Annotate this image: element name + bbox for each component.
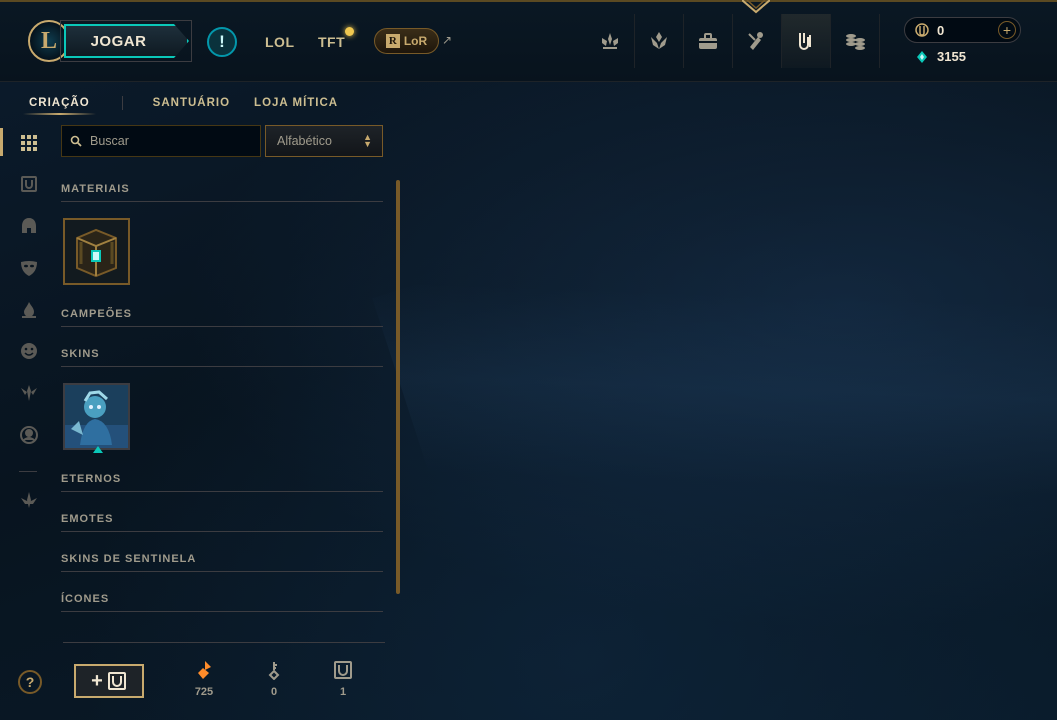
orange-essence-value: 725 <box>194 686 214 698</box>
rail-divider <box>19 471 37 472</box>
tab-mythic-shop[interactable]: LOJA MÍTICA <box>254 97 338 109</box>
rp-icon <box>915 23 929 37</box>
lor-label: LoR <box>403 34 428 48</box>
search-input[interactable] <box>90 134 250 148</box>
main-nav <box>586 14 880 68</box>
orange-essence-stat: 725 <box>184 660 224 698</box>
rail-active-indicator <box>0 128 3 156</box>
top-chevron-icon <box>742 0 770 14</box>
keys-value: 0 <box>270 686 278 698</box>
blue-essence-value: 3155 <box>937 49 966 64</box>
tab-crafting[interactable]: CRIAÇÃO <box>23 97 96 115</box>
alert-button[interactable]: ! <box>207 27 237 57</box>
play-button[interactable]: JOGAR <box>64 24 189 58</box>
top-bar: L JOGAR ! LOL TFT R LoR ↗ 0 + 3155 <box>0 0 1057 82</box>
chest-count-icon <box>334 661 352 679</box>
missions-icon[interactable] <box>586 14 635 68</box>
profile-icon[interactable] <box>18 424 40 446</box>
chests-stat: 1 <box>323 660 363 698</box>
category-icons[interactable]: ÍCONES <box>61 593 383 612</box>
key-icon <box>268 662 280 680</box>
category-champions[interactable]: CAMPEÕES <box>61 308 383 327</box>
crafting-icon[interactable] <box>782 14 831 68</box>
helmet-icon[interactable] <box>18 215 40 237</box>
add-chest-button[interactable]: + <box>74 664 144 698</box>
scrollbar[interactable] <box>396 180 400 594</box>
rarity-indicator-icon <box>93 446 103 453</box>
hextech-chest-icon <box>65 220 128 283</box>
store-icon[interactable] <box>831 14 880 68</box>
chests-value: 1 <box>339 686 347 698</box>
skin-shard-tile[interactable] <box>63 383 130 450</box>
skin-portrait-icon <box>65 385 128 448</box>
orange-essence-icon <box>198 661 211 679</box>
footer-divider <box>63 642 385 643</box>
external-link-icon: ↗ <box>442 33 453 47</box>
sub-nav: CRIAÇÃO SANTUÁRIO LOJA MÍTICA <box>23 96 362 115</box>
ward-icon[interactable] <box>18 382 40 404</box>
plus-icon: + <box>91 670 103 692</box>
tab-sanctuary[interactable]: SANTUÁRIO <box>153 97 230 109</box>
category-materials[interactable]: MATERIAIS <box>61 183 383 202</box>
logo-letter: L <box>40 27 57 54</box>
blue-essence-balance: 3155 <box>915 49 966 64</box>
blue-essence-icon <box>917 50 927 63</box>
chest-icon[interactable] <box>18 173 40 195</box>
rp-value: 0 <box>937 22 945 38</box>
sort-value: Alfabético <box>277 134 332 148</box>
tft-notification-dot <box>345 27 354 36</box>
collection-icon[interactable] <box>684 14 733 68</box>
sub-nav-divider <box>121 96 123 110</box>
mode-tab-tft[interactable]: TFT <box>318 34 345 50</box>
mask-icon[interactable] <box>18 257 40 279</box>
search-box[interactable] <box>61 125 261 157</box>
top-gold-line <box>0 0 1057 2</box>
help-button[interactable]: ? <box>18 670 42 694</box>
chest-icon <box>107 672 126 690</box>
keys-stat: 0 <box>254 660 294 698</box>
emote-icon[interactable] <box>18 340 40 362</box>
flame-icon[interactable] <box>18 299 40 321</box>
category-skins[interactable]: SKINS <box>61 348 383 367</box>
play-label: JOGAR <box>90 32 147 50</box>
grid-icon[interactable] <box>18 132 40 154</box>
buy-rp-button[interactable]: + <box>998 21 1016 39</box>
alert-icon: ! <box>219 32 225 51</box>
mode-tab-lol[interactable]: LOL <box>265 34 295 50</box>
arrow-down-icon[interactable] <box>18 489 40 511</box>
loot-icon[interactable] <box>733 14 782 68</box>
category-eternals[interactable]: ETERNOS <box>61 473 383 492</box>
dropdown-caret-icon: ▲ ▼ <box>363 132 372 149</box>
lor-button[interactable]: R LoR <box>374 28 439 54</box>
category-ward-skins[interactable]: SKINS DE SENTINELA <box>61 553 383 572</box>
sort-dropdown[interactable]: Alfabético ▲ ▼ <box>265 125 383 157</box>
search-icon <box>70 135 82 147</box>
rp-balance: 0 + <box>904 17 1021 43</box>
hextech-chest-tile[interactable] <box>63 218 130 285</box>
profile-icon[interactable] <box>635 14 684 68</box>
category-emotes[interactable]: EMOTES <box>61 513 383 532</box>
lor-logo-icon: R <box>385 34 400 48</box>
